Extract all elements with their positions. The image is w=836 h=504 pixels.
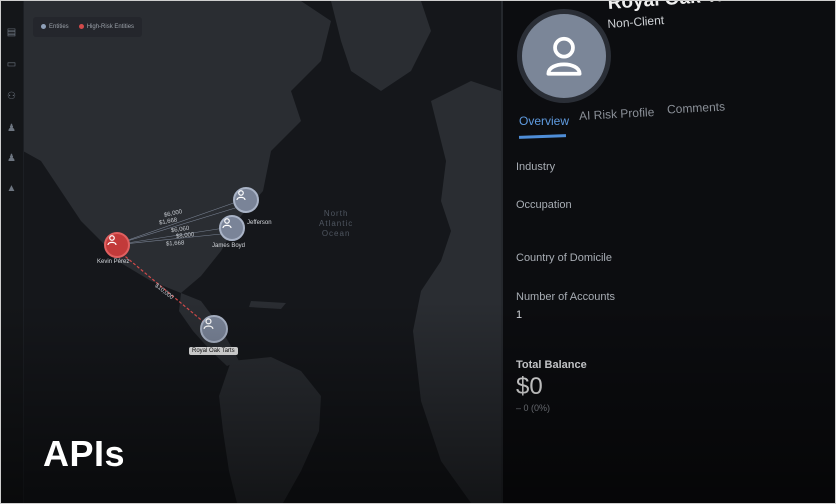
active-tab-indicator — [518, 134, 567, 139]
user-icon — [546, 36, 582, 76]
chat-icon[interactable]: ▭ — [6, 59, 17, 70]
node-label: Jefferson — [247, 220, 272, 226]
entity-avatar — [517, 9, 611, 103]
accounts-label: Number of Accounts — [516, 291, 616, 303]
total-balance-value: $0 — [516, 373, 543, 400]
legend-item-high-risk: High-Risk Entities — [78, 23, 134, 30]
tab-ai-risk-profile[interactable]: AI Risk Profile — [579, 105, 655, 123]
balance-change: – 0 (0%) — [516, 403, 551, 413]
user-icon — [107, 235, 117, 246]
ocean-label: North Atlantic Ocean — [319, 209, 354, 238]
entity-node[interactable] — [219, 215, 245, 241]
node-label: James Boyd — [212, 243, 246, 249]
industry-label: Industry — [516, 161, 556, 173]
occupation-label: Occupation — [516, 199, 572, 211]
layers-icon[interactable]: ▤ — [6, 27, 17, 38]
card-title: APIs — [43, 433, 126, 474]
entity-name: Royal Oak Tarts — [607, 1, 751, 15]
person-icon[interactable]: ♟ — [6, 153, 17, 164]
entity-map[interactable]: ▤ ▭ ⚇ ♟ ♟ ▲ Entities High-Risk Entities … — [1, 1, 501, 503]
tab-comments[interactable]: Comments — [667, 99, 726, 116]
api-feature-card: ▤ ▭ ⚇ ♟ ♟ ▲ Entities High-Risk Entities … — [0, 0, 836, 504]
total-balance-label: Total Balance — [516, 359, 587, 371]
high-risk-entity-node[interactable] — [104, 232, 130, 258]
tab-overview[interactable]: Overview — [519, 114, 569, 128]
user-icon — [203, 318, 214, 330]
country-label: Country of Domicile — [516, 252, 612, 264]
legend-item-entities: Entities — [41, 23, 69, 30]
building-icon[interactable]: ▲ — [6, 183, 17, 194]
entity-type: Non-Client — [607, 13, 665, 31]
legend-dot — [78, 23, 84, 29]
node-label: Royal Oak Tarts — [189, 347, 238, 355]
user-icon — [222, 218, 232, 229]
node-label: Kevin Pérez — [97, 259, 130, 265]
entity-profile-panel: Royal Oak Tarts Non-Client Overview AI R… — [503, 1, 835, 503]
legend-dot — [41, 23, 46, 29]
user-icon[interactable]: ♟ — [6, 123, 17, 134]
users-icon[interactable]: ⚇ — [6, 91, 17, 102]
entity-node[interactable] — [233, 187, 259, 213]
map-legend: Entities High-Risk Entities — [33, 17, 143, 37]
world-map-graphic — [1, 1, 501, 503]
transfer-amount: $1,668 — [165, 240, 185, 248]
accounts-value: 1 — [516, 309, 523, 321]
map-toolbar: ▤ ▭ ⚇ ♟ ♟ ▲ — [1, 1, 24, 503]
user-icon — [236, 190, 246, 201]
entity-node[interactable] — [200, 315, 228, 343]
